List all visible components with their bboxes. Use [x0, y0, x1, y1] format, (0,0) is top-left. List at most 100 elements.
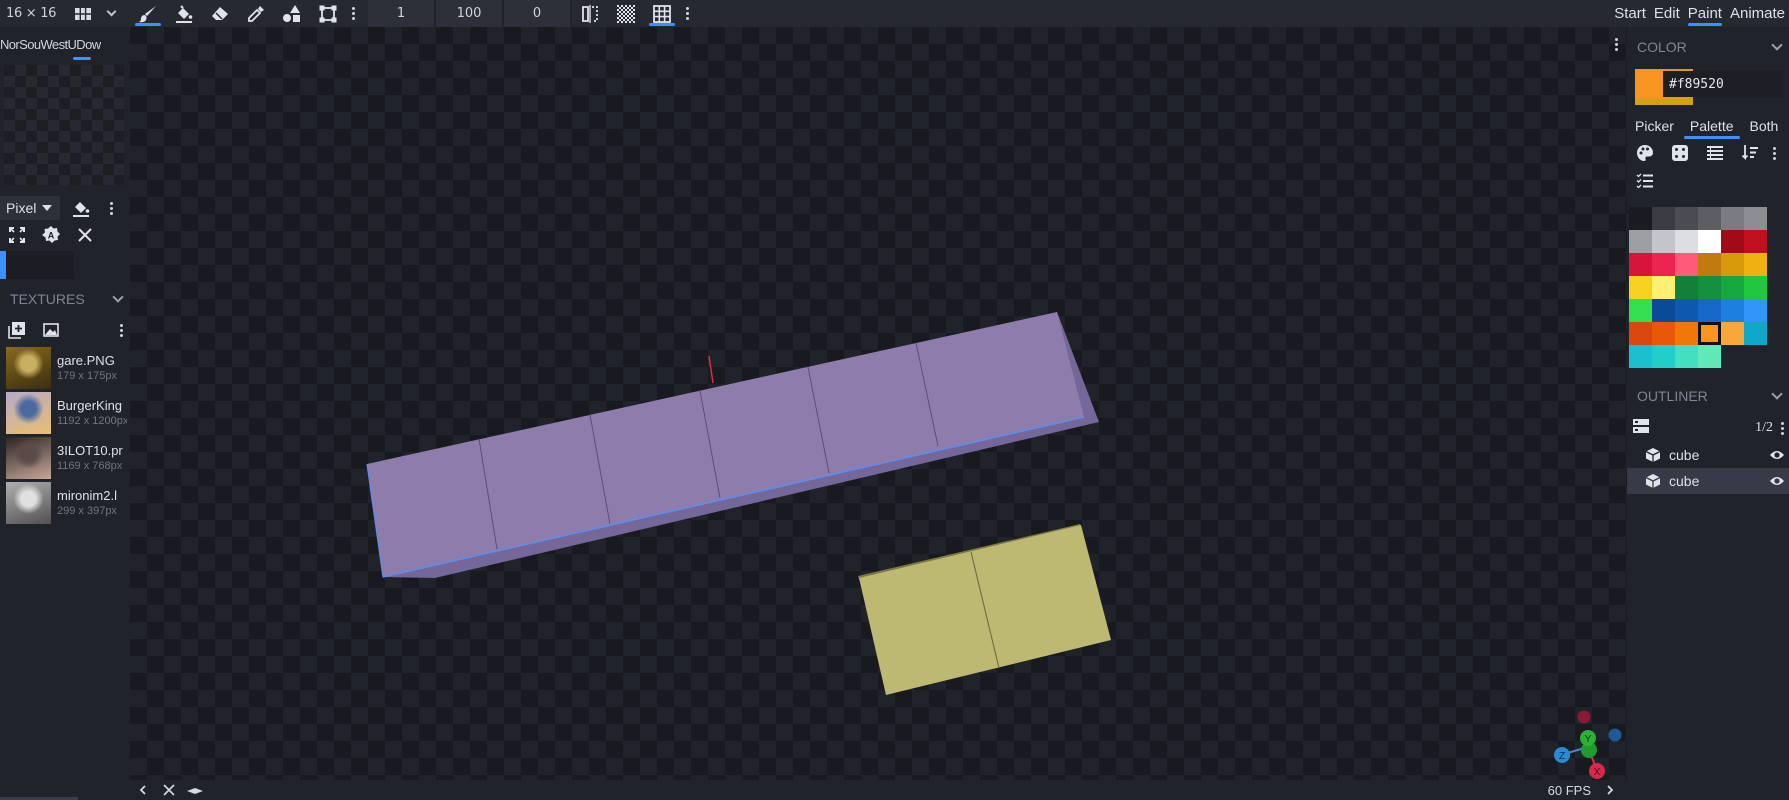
viewport-more-icon[interactable]	[1609, 31, 1623, 58]
textures-panel-header[interactable]: TEXTURES	[0, 281, 130, 317]
hex-color-input[interactable]: #f89520	[1663, 71, 1783, 97]
add-texture-icon[interactable]	[0, 317, 34, 343]
brush-size-field[interactable]: 1	[368, 0, 436, 27]
layout-grid-icon[interactable]	[68, 0, 98, 27]
palette-swatch[interactable]	[1721, 322, 1744, 345]
palette-swatch[interactable]	[1629, 299, 1652, 322]
brush-tool-icon[interactable]	[130, 0, 166, 27]
sort-palette-icon[interactable]	[1732, 139, 1767, 167]
face-tab-down[interactable]: Dow	[76, 37, 101, 52]
textures-more-icon[interactable]	[114, 317, 128, 343]
face-tab-up[interactable]: U	[68, 37, 77, 52]
palette-swatch[interactable]	[1629, 253, 1652, 276]
palette-swatch[interactable]	[1675, 207, 1698, 230]
palette-swatch[interactable]	[1629, 345, 1652, 368]
color-tab-picker[interactable]: Picker	[1627, 113, 1682, 139]
eraser-icon[interactable]	[202, 0, 238, 27]
palette-swatch[interactable]	[1675, 253, 1698, 276]
shapes-icon[interactable]	[274, 0, 310, 27]
add-group-icon[interactable]	[1633, 418, 1649, 438]
fill-bucket-icon[interactable]	[166, 0, 202, 27]
palette-swatch[interactable]	[1721, 207, 1744, 230]
mode-tab-edit[interactable]: Edit	[1650, 0, 1684, 27]
view-more-icon[interactable]	[680, 0, 694, 27]
palette-swatch[interactable]	[1629, 276, 1652, 299]
3d-viewport[interactable]: Y Z X	[130, 27, 1627, 780]
chevron-right-icon[interactable]	[1597, 780, 1623, 800]
color-tab-palette[interactable]: Palette	[1682, 113, 1742, 139]
fullscreen-icon[interactable]	[0, 221, 34, 249]
tools-more-icon[interactable]	[346, 0, 360, 27]
palette-swatch[interactable]	[1652, 322, 1675, 345]
palette-swatch[interactable]	[1698, 345, 1721, 368]
palette-swatch[interactable]	[1675, 299, 1698, 322]
palette-swatch[interactable]	[1744, 322, 1767, 345]
face-tab-north[interactable]: Nor	[0, 37, 20, 52]
face-tab-east[interactable]: st	[59, 37, 69, 52]
outliner-item[interactable]: cube	[1627, 468, 1789, 494]
palette-swatch[interactable]	[1721, 253, 1744, 276]
palette-swatch[interactable]	[1744, 207, 1767, 230]
palette-swatch[interactable]	[1698, 207, 1721, 230]
palette-swatch[interactable]	[1698, 299, 1721, 322]
face-tab-south[interactable]: Sou	[19, 37, 41, 52]
close-icon[interactable]	[68, 221, 102, 249]
uv-more-icon[interactable]	[104, 195, 118, 221]
paint-mode-select[interactable]: Pixel	[0, 196, 60, 220]
palette-swatch[interactable]	[1721, 230, 1744, 253]
close-icon[interactable]	[156, 780, 182, 800]
palette-swatch[interactable]	[1629, 207, 1652, 230]
mode-tab-start[interactable]: Start	[1610, 0, 1650, 27]
face-tab-west[interactable]: We	[41, 37, 60, 52]
checkerboard-icon[interactable]	[608, 0, 644, 27]
brush-size-slider[interactable]	[0, 251, 74, 279]
random-color-icon[interactable]	[1662, 139, 1697, 167]
outliner-panel-header[interactable]: OUTLINER	[1627, 378, 1789, 414]
palette-swatch[interactable]	[1675, 230, 1698, 253]
layers-icon[interactable]	[182, 780, 208, 800]
palette-swatch[interactable]	[1675, 345, 1698, 368]
mode-tab-paint[interactable]: Paint	[1684, 0, 1726, 27]
palette-swatch[interactable]	[1698, 276, 1721, 299]
palette-swatch[interactable]	[1698, 253, 1721, 276]
palette-swatch[interactable]	[1744, 230, 1767, 253]
palette-swatch[interactable]	[1675, 276, 1698, 299]
texture-item[interactable]: 3ILOT10.pr 1169 x 768px	[0, 435, 130, 480]
brush-opacity-field[interactable]: 100	[436, 0, 504, 27]
palette-swatch[interactable]	[1652, 253, 1675, 276]
mirror-painting-icon[interactable]	[572, 0, 608, 27]
short-cube[interactable]	[858, 524, 1111, 695]
outliner-more-icon[interactable]	[1775, 414, 1789, 442]
primary-color-swatch[interactable]	[1635, 69, 1665, 99]
chevron-down-icon[interactable]	[98, 0, 124, 27]
color-tab-both[interactable]: Both	[1742, 113, 1787, 139]
gizmo-z-negative[interactable]	[1608, 728, 1622, 742]
color-picker-icon[interactable]	[238, 0, 274, 27]
color-panel-header[interactable]: COLOR	[1627, 29, 1789, 65]
uv-editor-canvas[interactable]	[4, 65, 124, 185]
visibility-eye-icon[interactable]	[1769, 449, 1785, 461]
palette-grid-icon[interactable]	[1697, 139, 1732, 167]
palette-swatch[interactable]	[1744, 299, 1767, 322]
import-texture-icon[interactable]	[34, 317, 68, 343]
palette-icon[interactable]	[1627, 139, 1662, 167]
checklist-icon[interactable]	[1627, 167, 1662, 195]
gizmo-x-negative[interactable]	[1577, 710, 1591, 724]
palette-swatch[interactable]	[1698, 230, 1721, 253]
visibility-eye-icon[interactable]	[1769, 475, 1785, 487]
fill-mode-icon[interactable]	[60, 195, 102, 221]
chevron-left-icon[interactable]	[130, 780, 156, 800]
palette-swatch[interactable]	[1744, 276, 1767, 299]
mode-tab-animate[interactable]: Animate	[1726, 0, 1789, 27]
axis-gizmo[interactable]: Y Z X	[1554, 710, 1622, 780]
long-cube[interactable]	[366, 312, 1099, 578]
palette-swatch[interactable]	[1698, 322, 1721, 345]
palette-swatch[interactable]	[1652, 207, 1675, 230]
auto-uv-icon[interactable]: A	[34, 221, 68, 249]
palette-swatch[interactable]	[1675, 322, 1698, 345]
pixel-grid-icon[interactable]	[644, 0, 680, 27]
palette-swatch[interactable]	[1652, 276, 1675, 299]
palette-swatch[interactable]	[1721, 299, 1744, 322]
brush-softness-field[interactable]: 0	[504, 0, 572, 27]
texture-item[interactable]: mironim2.l 299 x 397px	[0, 480, 130, 525]
